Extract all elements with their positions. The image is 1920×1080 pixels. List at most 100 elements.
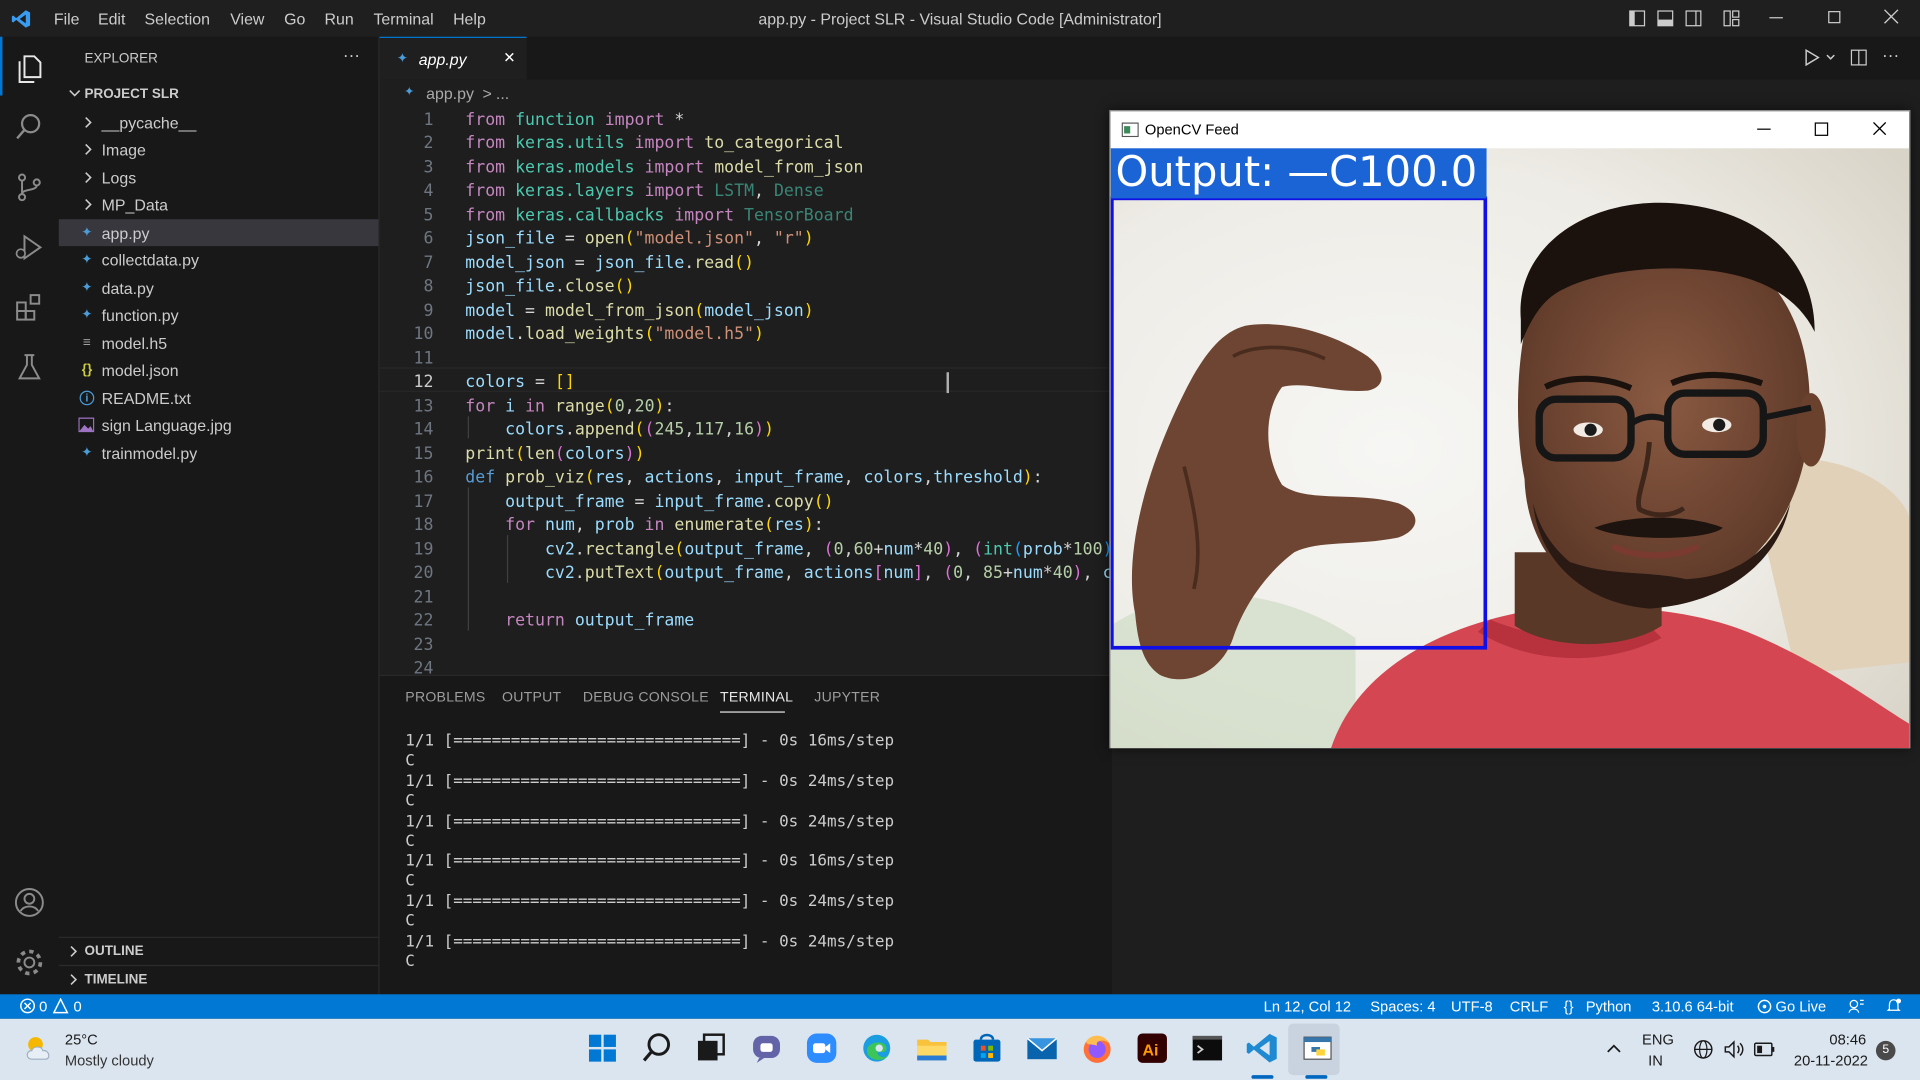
opencv-feed-window[interactable]: OpenCV Feed Output: —C100.0 [1109, 110, 1911, 749]
opencv-maximize-icon[interactable] [1814, 122, 1829, 136]
testing-icon[interactable] [0, 338, 59, 397]
edge-browser-icon[interactable] [860, 1031, 894, 1065]
toggle-panel-icon[interactable] [1657, 10, 1674, 27]
region-indicator[interactable]: IN [1648, 1052, 1663, 1069]
tab-output[interactable]: OUTPUT [502, 691, 561, 706]
customize-layout-icon[interactable] [1723, 10, 1740, 27]
menu-file[interactable]: File [54, 10, 80, 28]
folder-pycache[interactable]: __pycache__ [59, 109, 379, 136]
volume-icon[interactable] [1723, 1040, 1745, 1060]
microsoft-store-icon[interactable] [970, 1031, 1004, 1065]
show-hidden-icons-chevron-icon[interactable] [1607, 1042, 1622, 1054]
file-readme-txt[interactable]: i README.txt [59, 384, 379, 411]
run-python-file-icon[interactable] [1804, 48, 1821, 67]
active-tab-underline [720, 711, 785, 713]
feedback-icon[interactable] [1848, 998, 1865, 1014]
file-function-py[interactable]: ✦ function.py [59, 301, 379, 328]
timeline-section[interactable]: TIMELINE [59, 966, 379, 993]
tab-terminal[interactable]: TERMINAL [720, 691, 793, 706]
split-editor-icon[interactable] [1850, 49, 1867, 66]
folder-image[interactable]: Image [59, 136, 379, 163]
line-ending[interactable]: CRLF [1510, 998, 1548, 1015]
clock-time[interactable]: 08:46 [1829, 1031, 1866, 1048]
file-trainmodel-py[interactable]: ✦ trainmodel.py [59, 440, 379, 467]
accounts-icon[interactable] [0, 873, 59, 932]
cursor-position[interactable]: Ln 12, Col 12 [1264, 998, 1351, 1015]
errors-icon[interactable] [20, 998, 36, 1014]
zoom-icon[interactable] [804, 1031, 838, 1065]
opencv-title-bar[interactable]: OpenCV Feed [1110, 111, 1909, 149]
opencv-minimize-icon[interactable] [1757, 128, 1771, 130]
menu-run[interactable]: Run [324, 10, 353, 28]
network-globe-icon[interactable] [1693, 1040, 1713, 1060]
battery-icon[interactable] [1753, 1042, 1775, 1057]
file-app-py[interactable]: ✦ app.py [58, 219, 379, 247]
file-data-py[interactable]: ✦ data.py [59, 274, 379, 301]
toggle-secondary-sidebar-icon[interactable] [1685, 10, 1702, 27]
file-model-h5[interactable]: ≡ model.h5 [59, 329, 379, 356]
restore-icon[interactable] [1828, 11, 1841, 24]
menu-selection[interactable]: Selection [144, 10, 209, 28]
file-sign-language-jpg[interactable]: sign Language.jpg [59, 411, 379, 438]
code-line: model = model_from_json(model_json) [465, 301, 814, 321]
vscode-taskbar-icon[interactable] [1245, 1031, 1279, 1065]
file-collectdata-py[interactable]: ✦ collectdata.py [59, 246, 379, 273]
weather-desc[interactable]: Mostly cloudy [65, 1052, 154, 1069]
menu-view[interactable]: View [230, 10, 264, 28]
folder-mp-data[interactable]: MP_Data [59, 191, 379, 218]
toggle-primary-sidebar-icon[interactable] [1629, 10, 1646, 27]
search-icon[interactable] [640, 1031, 674, 1065]
notification-count-badge[interactable]: 5 [1875, 1040, 1896, 1061]
language-indicator[interactable]: ENG [1642, 1031, 1674, 1048]
run-dropdown-chevron-icon[interactable] [1826, 53, 1836, 63]
menu-help[interactable]: Help [453, 10, 486, 28]
project-folder[interactable]: PROJECT SLR [59, 81, 379, 108]
explorer-more-icon[interactable]: ··· [343, 45, 360, 65]
encoding[interactable]: UTF-8 [1451, 998, 1493, 1015]
opencv-close-icon[interactable] [1872, 121, 1887, 136]
menu-edit[interactable]: Edit [98, 10, 125, 28]
run-debug-icon[interactable] [0, 218, 59, 277]
clock-date[interactable]: 20-11-2022 [1794, 1052, 1868, 1069]
search-icon[interactable] [0, 98, 59, 157]
breadcrumb-more[interactable]: ... [496, 84, 509, 102]
python-app-icon[interactable] [1300, 1031, 1334, 1065]
menu-terminal[interactable]: Terminal [373, 10, 433, 28]
tab-close-icon[interactable]: ✕ [503, 49, 515, 66]
settings-gear-icon[interactable] [0, 933, 59, 992]
menu-go[interactable]: Go [284, 10, 305, 28]
go-live-button[interactable]: Go Live [1776, 998, 1827, 1015]
minimize-icon[interactable] [1769, 17, 1783, 19]
tab-problems[interactable]: PROBLEMS [405, 691, 485, 706]
explorer-icon[interactable] [0, 39, 59, 98]
notifications-bell-icon[interactable] [1886, 998, 1902, 1014]
firefox-icon[interactable] [1080, 1031, 1114, 1065]
file-explorer-icon[interactable] [915, 1031, 949, 1065]
extensions-icon[interactable] [0, 278, 59, 337]
indentation[interactable]: Spaces: 4 [1370, 998, 1435, 1015]
tab-app-py[interactable]: ✦ app.py ✕ [379, 36, 527, 80]
folder-logs[interactable]: Logs [59, 164, 379, 191]
code-editor[interactable]: 1 2 3 4 5 6 7 8 9 10 11 12 13 14 15 16 1… [379, 108, 1132, 678]
task-view-icon[interactable] [694, 1031, 728, 1065]
file-model-json[interactable]: {} model.json [59, 356, 379, 383]
editor-more-icon[interactable]: ··· [1882, 45, 1899, 65]
weather-temp[interactable]: 25°C [65, 1031, 98, 1048]
outline-section[interactable]: OUTLINE [59, 938, 379, 965]
line-number: 11 [413, 348, 434, 369]
mail-icon[interactable] [1025, 1031, 1059, 1065]
windows-start-icon[interactable] [585, 1031, 619, 1065]
adobe-illustrator-icon[interactable]: Ai [1135, 1031, 1169, 1065]
command-prompt-icon[interactable] [1190, 1031, 1224, 1065]
close-window-icon[interactable] [1883, 9, 1899, 25]
errors-count[interactable]: 0 [39, 998, 47, 1015]
source-control-icon[interactable] [0, 158, 59, 217]
teams-chat-icon[interactable] [749, 1031, 783, 1065]
warnings-count[interactable]: 0 [73, 998, 81, 1015]
python-interpreter[interactable]: 3.10.6 64-bit [1652, 998, 1734, 1015]
warnings-icon[interactable] [52, 997, 69, 1014]
language-mode[interactable]: Python [1586, 998, 1632, 1015]
tab-jupyter[interactable]: JUPYTER [814, 691, 880, 706]
tab-debug-console[interactable]: DEBUG CONSOLE [583, 691, 709, 706]
breadcrumb-file[interactable]: app.py [426, 84, 474, 102]
